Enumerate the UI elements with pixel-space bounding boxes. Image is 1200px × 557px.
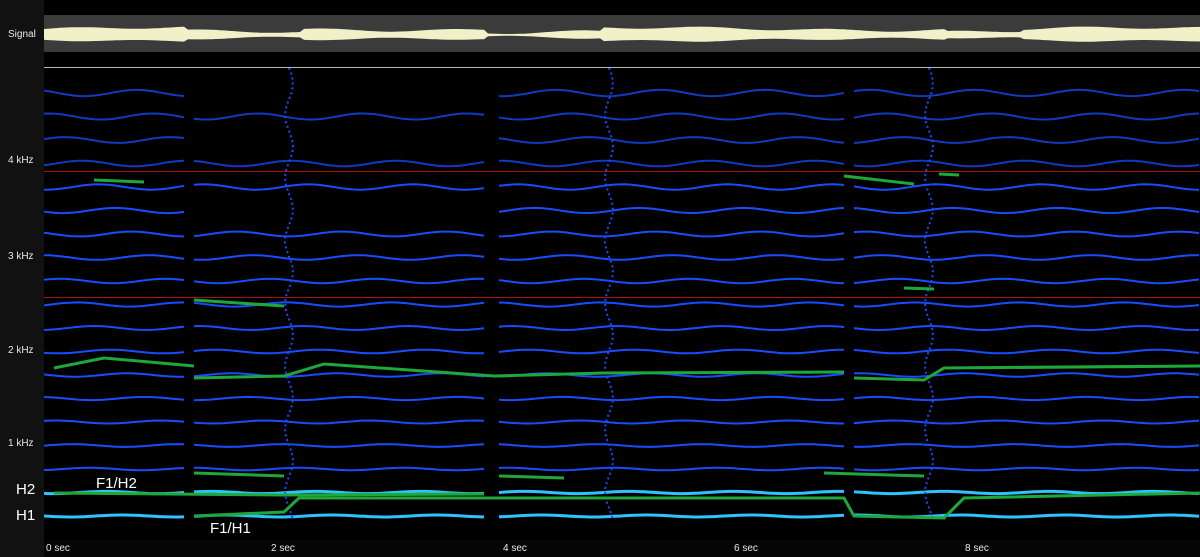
- time-label-6: 6 sec: [734, 543, 758, 554]
- time-label-0: 0 sec: [46, 543, 70, 554]
- signal-waveform-panel[interactable]: [44, 15, 1200, 52]
- freq-label-2khz: 2 kHz: [8, 345, 34, 356]
- harmonic-label-h1: H1: [16, 507, 35, 524]
- signal-label: Signal: [8, 29, 36, 40]
- formant-label-f1h2: F1/H2: [96, 475, 137, 492]
- left-axis-column: [0, 0, 44, 557]
- spectrogram-image: [44, 68, 1200, 540]
- formant-label-f1h1: F1/H1: [210, 520, 251, 537]
- harmonic-label-h2: H2: [16, 481, 35, 498]
- freq-label-3khz: 3 kHz: [8, 251, 34, 262]
- reference-line-upper: [44, 171, 1200, 172]
- time-label-8: 8 sec: [965, 543, 989, 554]
- freq-label-1khz: 1 kHz: [8, 438, 34, 449]
- time-label-2: 2 sec: [271, 543, 295, 554]
- time-axis: [44, 540, 1200, 557]
- reference-line-lower: [44, 297, 1200, 298]
- spectrogram-panel[interactable]: [44, 68, 1200, 540]
- waveform-image: [44, 15, 1200, 52]
- time-label-4: 4 sec: [503, 543, 527, 554]
- freq-label-4khz: 4 kHz: [8, 155, 34, 166]
